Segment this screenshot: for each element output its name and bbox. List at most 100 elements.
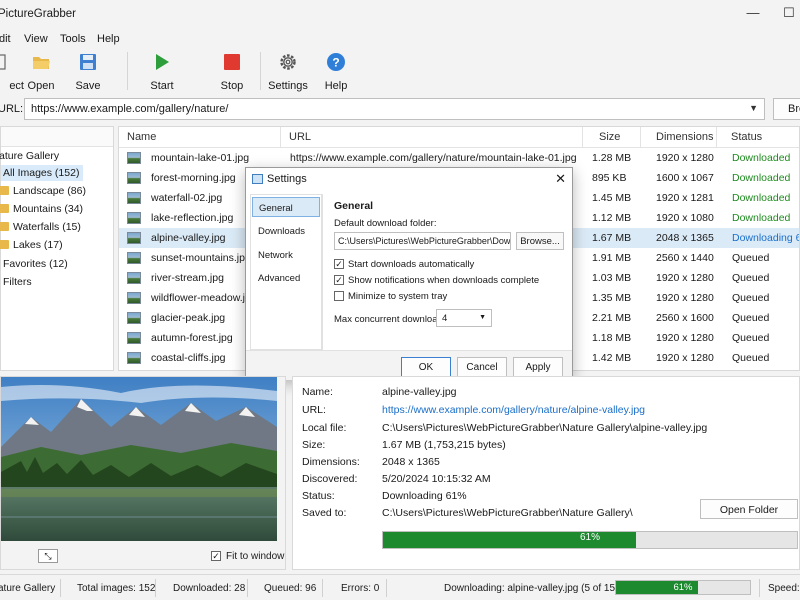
status-gallery: ature Gallery xyxy=(0,583,56,594)
window-title: PictureGrabber xyxy=(0,8,76,20)
settings-label: Settings xyxy=(268,80,308,92)
column-header-dimensions[interactable]: Dimensions xyxy=(641,127,717,147)
tree-item-landscape[interactable]: Landscape (86) xyxy=(0,185,86,197)
cell-status: Queued xyxy=(732,252,770,264)
save-button[interactable]: Save xyxy=(63,52,113,92)
cancel-button[interactable]: Cancel xyxy=(457,357,507,377)
help-button[interactable]: ? Help xyxy=(311,52,361,92)
tree-root[interactable]: ature Gallery xyxy=(0,150,59,162)
tree-item-all-images[interactable]: All Images (152) xyxy=(1,165,84,181)
open-button[interactable]: Open xyxy=(16,52,66,92)
settings-button[interactable]: Settings xyxy=(263,52,313,92)
close-icon[interactable]: ✕ xyxy=(555,171,566,187)
start-button[interactable]: Start xyxy=(137,52,187,92)
menu-edit[interactable]: dit xyxy=(0,33,11,45)
apply-button[interactable]: Apply xyxy=(513,357,563,377)
cell-size: 1.03 MB xyxy=(592,272,632,284)
menu-tools[interactable]: Tools xyxy=(60,33,86,45)
chevron-down-icon[interactable]: ▼ xyxy=(749,103,758,113)
settings-nav-downloads[interactable]: Downloads xyxy=(252,221,320,241)
menu-help[interactable]: Help xyxy=(97,33,120,45)
cell-dimensions: 1920 x 1280 xyxy=(656,352,714,364)
settings-nav: General Downloads Network Advanced xyxy=(250,194,322,350)
detail-label: Size: xyxy=(302,439,326,451)
gear-icon xyxy=(280,54,296,70)
open-folder-button[interactable]: Open Folder xyxy=(700,499,798,519)
cell-dimensions: 1920 x 1280 xyxy=(656,152,714,164)
maximize-button[interactable]: ☐ xyxy=(782,6,796,20)
open-label: Open xyxy=(27,80,55,92)
checkbox-start-auto[interactable]: ✓ xyxy=(334,259,344,269)
browse-button[interactable]: Bro xyxy=(773,98,800,120)
tree-label: Landscape (86) xyxy=(13,185,86,197)
fit-to-window-label: Fit to window xyxy=(226,551,285,562)
select-icon xyxy=(0,54,6,70)
cell-name: wildflower-meadow.jpg xyxy=(151,292,257,304)
status-separator xyxy=(322,579,323,597)
status-separator xyxy=(759,579,760,597)
status-downloaded: Downloaded: 28 xyxy=(173,583,246,594)
tree-item-mountains[interactable]: Mountains (34) xyxy=(0,203,83,215)
settings-nav-network[interactable]: Network xyxy=(252,245,320,265)
download-progress-bar: 61% xyxy=(382,531,798,549)
image-thumbnail-icon xyxy=(127,332,141,344)
help-label: Help xyxy=(324,80,348,92)
cell-dimensions: 1920 x 1280 xyxy=(656,292,714,304)
checkbox-minimize-tray[interactable] xyxy=(334,291,344,301)
toolbar-separator xyxy=(127,52,128,90)
cell-status: Queued xyxy=(732,292,770,304)
detail-value: alpine-valley.jpg xyxy=(382,386,457,398)
cell-dimensions: 1920 x 1280 xyxy=(656,332,714,344)
column-header-size[interactable]: Size xyxy=(583,127,641,147)
image-thumbnail-icon xyxy=(127,212,141,224)
column-header-name[interactable]: Name xyxy=(119,127,281,147)
detail-value: Downloading 61% xyxy=(382,490,467,502)
cell-status: Queued xyxy=(732,272,770,284)
cell-name: mountain-lake-01.jpg xyxy=(151,152,250,164)
tree-item-lakes[interactable]: Lakes (17) xyxy=(0,239,63,251)
tree-item-filters[interactable]: Filters xyxy=(3,276,32,288)
menu-view[interactable]: View xyxy=(24,33,48,45)
column-header-url[interactable]: URL xyxy=(281,127,583,147)
title-bar: PictureGrabber — ☐ xyxy=(0,0,800,28)
status-queued: Queued: 96 xyxy=(264,583,317,594)
stop-label: Stop xyxy=(220,80,244,92)
browse-folder-button[interactable]: Browse... xyxy=(516,232,564,250)
tree-label: Waterfalls (15) xyxy=(13,221,81,233)
cell-name: lake-reflection.jpg xyxy=(151,212,234,224)
cell-status: Downloaded xyxy=(732,192,791,204)
url-input[interactable]: https://www.example.com/gallery/nature/ … xyxy=(24,98,765,120)
dialog-title-bar: Settings ✕ xyxy=(246,168,572,190)
tree-label: Lakes (17) xyxy=(13,239,63,251)
cell-name: waterfall-02.jpg xyxy=(151,192,223,204)
checkbox-notifications[interactable]: ✓ xyxy=(334,275,344,285)
column-header-status[interactable]: Status xyxy=(717,127,799,147)
settings-dialog: Settings ✕ General Downloads Network Adv… xyxy=(245,167,573,380)
download-folder-field[interactable]: C:\Users\Pictures\WebPictureGrabber\Down… xyxy=(334,232,511,250)
detail-url-link[interactable]: https://www.example.com/gallery/nature/a… xyxy=(382,404,645,416)
image-thumbnail-icon xyxy=(127,252,141,264)
ok-button[interactable]: OK xyxy=(401,357,451,377)
settings-nav-general[interactable]: General xyxy=(252,197,320,217)
url-label: URL: xyxy=(0,103,24,115)
minimize-button[interactable]: — xyxy=(746,6,760,20)
chevron-down-icon: ▼ xyxy=(479,314,486,321)
concurrent-downloads-select[interactable]: 4 ▼ xyxy=(436,309,492,327)
tree-item-favorites[interactable]: Favorites (12) xyxy=(3,258,68,270)
table-row[interactable]: mountain-lake-01.jpg https://www.example.… xyxy=(119,148,799,168)
cell-status: Queued xyxy=(732,312,770,324)
status-bar: ature Gallery Total images: 152 Download… xyxy=(0,574,800,600)
fit-to-window-checkbox[interactable]: ✓ xyxy=(211,551,221,561)
play-icon xyxy=(156,54,169,70)
settings-nav-advanced[interactable]: Advanced xyxy=(252,268,320,288)
detail-label: URL: xyxy=(302,404,326,416)
stop-button[interactable]: Stop xyxy=(207,52,257,92)
tree-item-waterfalls[interactable]: Waterfalls (15) xyxy=(0,221,81,233)
menu-bar: dit View Tools Help xyxy=(0,30,800,48)
cell-name: autumn-forest.jpg xyxy=(151,332,233,344)
cell-dimensions: 1920 x 1281 xyxy=(656,192,714,204)
cell-name: river-stream.jpg xyxy=(151,272,224,284)
progress-text: 61% xyxy=(579,532,600,543)
expand-icon[interactable]: ⤡ xyxy=(38,549,58,563)
folder-icon xyxy=(0,240,9,249)
